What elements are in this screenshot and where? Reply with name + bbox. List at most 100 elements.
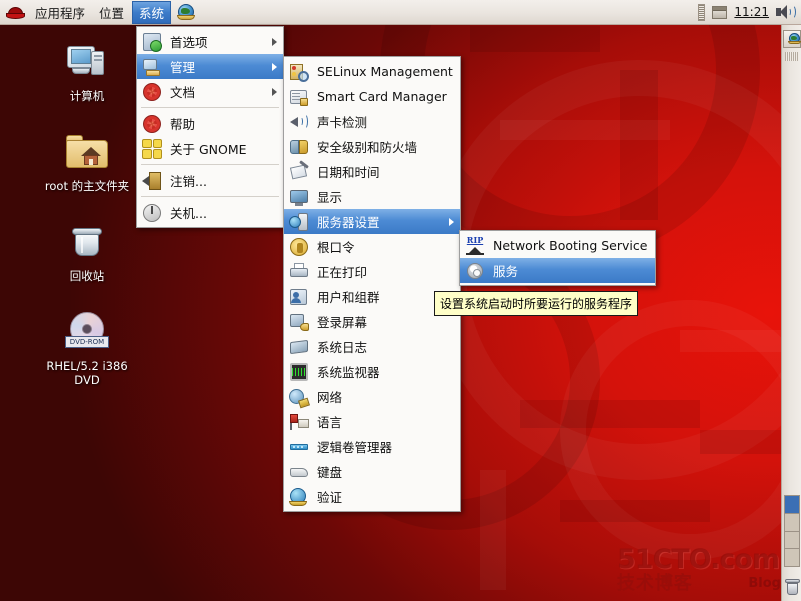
menu-item-label: SELinux Management xyxy=(317,64,453,79)
menu-item-soundcard-detection[interactable]: 声卡检测 xyxy=(284,109,460,134)
dvd-badge-label: DVD-ROM xyxy=(65,336,109,348)
firewall-icon xyxy=(289,137,309,157)
menu-system[interactable]: 系统 xyxy=(132,0,172,24)
help-icon xyxy=(142,114,162,134)
rip-network-boot-icon: RIP xyxy=(465,235,485,256)
speaker-icon[interactable] xyxy=(776,4,796,20)
authentication-icon xyxy=(289,487,309,507)
trash-icon xyxy=(63,218,111,266)
menu-item-label: 管理 xyxy=(170,60,196,75)
menu-item-label: 逻辑卷管理器 xyxy=(317,440,393,455)
menu-item-label: 日期和时间 xyxy=(317,165,380,180)
menu-item-display[interactable]: 显示 xyxy=(284,184,460,209)
workspace-3[interactable] xyxy=(785,531,799,550)
menu-item-selinux-management[interactable]: SELinux Management xyxy=(284,59,460,84)
menu-item-label: 关机... xyxy=(170,206,207,221)
menu-separator xyxy=(141,196,279,197)
right-panel-browser-launcher[interactable] xyxy=(782,30,801,48)
login-screen-icon xyxy=(289,312,309,332)
browser-launcher-icon[interactable] xyxy=(176,3,197,21)
about-gnome-icon xyxy=(142,138,162,159)
chevron-right-icon xyxy=(272,37,277,46)
menu-item-help[interactable]: 帮助 xyxy=(137,111,283,136)
menu-applications[interactable]: 应用程序 xyxy=(29,1,91,24)
datetime-icon xyxy=(289,159,309,182)
right-panel xyxy=(781,25,801,601)
home-folder-icon xyxy=(63,128,111,176)
menu-item-label: 关于 GNOME xyxy=(170,142,247,157)
menu-item-services[interactable]: 服务 xyxy=(460,258,655,283)
menu-item-printing[interactable]: 正在打印 xyxy=(284,259,460,284)
menu-item-preferences[interactable]: 首选项 xyxy=(137,29,283,54)
smartcard-icon xyxy=(289,87,309,107)
administration-submenu: SELinux Management Smart Card Manager 声卡… xyxy=(283,56,461,512)
chevron-right-icon xyxy=(449,217,454,226)
menu-item-system-monitor[interactable]: 系统监视器 xyxy=(284,359,460,384)
menu-item-security-level-firewall[interactable]: 安全级别和防火墙 xyxy=(284,134,460,159)
menu-item-label: 正在打印 xyxy=(317,265,368,280)
menu-item-shutdown[interactable]: 关机... xyxy=(137,200,283,225)
menu-item-authentication[interactable]: 验证 xyxy=(284,484,460,509)
workspace-2[interactable] xyxy=(785,513,799,532)
desktop-icon-label: root 的主文件夹 xyxy=(44,179,130,193)
desktop-icon-dvd[interactable]: DVD-ROM RHEL/5.2 i386 DVD xyxy=(32,308,142,387)
tooltip: 设置系统启动时所要运行的服务程序 xyxy=(434,291,639,316)
desktop-icon-trash[interactable]: 回收站 xyxy=(32,218,142,283)
workspace-4[interactable] xyxy=(785,549,799,566)
preferences-icon xyxy=(142,32,162,52)
menu-item-label: 文档 xyxy=(170,85,196,100)
menu-item-smart-card-manager[interactable]: Smart Card Manager xyxy=(284,84,460,109)
menu-item-about-gnome[interactable]: 关于 GNOME xyxy=(137,136,283,161)
menu-item-label: 验证 xyxy=(317,490,343,505)
menu-item-label: Network Booting Service xyxy=(493,238,648,253)
desktop-icon-home[interactable]: root 的主文件夹 xyxy=(32,128,142,193)
server-settings-submenu: RIP Network Booting Service 服务 xyxy=(459,230,656,286)
menu-item-lvm[interactable]: 逻辑卷管理器 xyxy=(284,434,460,459)
soundcard-icon xyxy=(289,112,309,132)
administration-icon xyxy=(142,57,162,77)
menu-item-label: 显示 xyxy=(317,190,343,205)
menu-item-keyboard[interactable]: 键盘 xyxy=(284,459,460,484)
workspace-1[interactable] xyxy=(785,496,799,514)
menu-item-network[interactable]: 网络 xyxy=(284,384,460,409)
root-password-icon xyxy=(289,237,309,257)
right-panel-grip[interactable] xyxy=(784,52,799,61)
panel-right-area: 11:21 xyxy=(698,3,801,21)
menu-places[interactable]: 位置 xyxy=(93,1,130,24)
menu-item-label: 安全级别和防火墙 xyxy=(317,140,418,155)
menu-item-administration[interactable]: 管理 xyxy=(137,54,283,79)
menu-item-label: 系统日志 xyxy=(317,340,368,355)
menu-item-label: Smart Card Manager xyxy=(317,89,447,104)
menu-item-root-password[interactable]: 根口令 xyxy=(284,234,460,259)
clock[interactable]: 11:21 xyxy=(734,5,769,19)
network-icon xyxy=(289,387,310,408)
menu-item-logout[interactable]: 注销... xyxy=(137,168,283,193)
menu-item-label: 系统监视器 xyxy=(317,365,380,380)
window-icon[interactable] xyxy=(712,5,728,19)
desktop-icon-computer[interactable]: 计算机 xyxy=(32,38,142,103)
menu-item-documents[interactable]: 文档 xyxy=(137,79,283,104)
shutdown-icon xyxy=(142,203,162,223)
workspace-switcher[interactable] xyxy=(784,495,800,567)
menu-item-language[interactable]: 语言 xyxy=(284,409,460,434)
menu-item-network-booting-service[interactable]: RIP Network Booting Service xyxy=(460,233,655,258)
printing-icon xyxy=(289,262,309,282)
documents-icon xyxy=(142,82,162,102)
desktop-icon-label: 回收站 xyxy=(69,269,105,283)
menu-item-server-settings[interactable]: 服务器设置 xyxy=(284,209,460,234)
watermark-line3: Blog xyxy=(748,576,781,591)
panel-trash-icon[interactable] xyxy=(785,579,800,595)
display-icon xyxy=(289,187,309,207)
chevron-right-icon xyxy=(272,87,277,96)
menu-item-label: 网络 xyxy=(317,390,343,405)
dvd-icon: DVD-ROM xyxy=(63,308,111,356)
menu-item-date-time[interactable]: 日期和时间 xyxy=(284,159,460,184)
menu-item-label: 根口令 xyxy=(317,240,355,255)
menu-item-label: 声卡检测 xyxy=(317,115,368,130)
computer-icon xyxy=(63,38,111,86)
menu-item-system-log[interactable]: 系统日志 xyxy=(284,334,460,359)
menu-separator xyxy=(141,107,279,108)
panel-separator-grip[interactable] xyxy=(698,3,706,21)
menu-item-label: 注销... xyxy=(170,174,207,189)
globe-icon xyxy=(787,33,801,45)
